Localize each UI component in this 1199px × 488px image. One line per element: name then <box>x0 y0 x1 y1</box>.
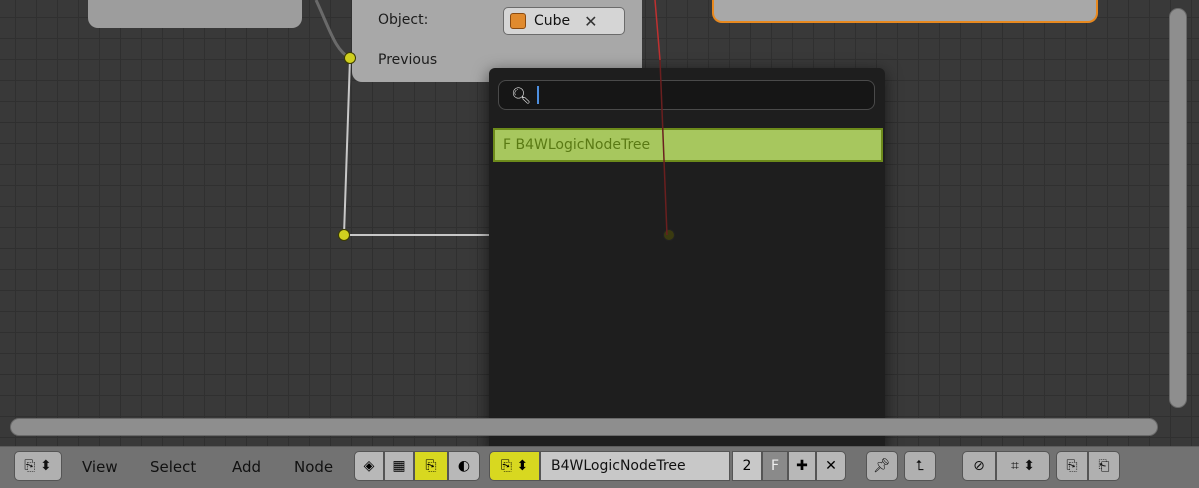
texture-icon: ▦ <box>392 458 406 474</box>
copy-icon: ⎘ <box>1066 458 1078 474</box>
snap-icon: ⊘ <box>973 458 985 474</box>
users-count[interactable]: 2 <box>732 451 762 481</box>
result-label: F B4WLogicNodeTree <box>503 137 651 153</box>
link-top <box>314 0 351 60</box>
shader-tree-button[interactable]: ◈ <box>354 451 384 481</box>
shader-icon: ◈ <box>363 458 375 474</box>
logic-tree-icon: ⎘ <box>425 458 437 474</box>
grid-snap-icon: ⌗ ⬍ <box>1010 458 1036 474</box>
previous-socket[interactable] <box>344 52 356 64</box>
object-label: Object: <box>378 12 429 28</box>
editor-type-icon: ⎘ ⬍ <box>24 458 52 474</box>
unlink-tree-button[interactable]: ✕ <box>816 451 846 481</box>
search-input[interactable]: 🔍︎ <box>498 80 875 110</box>
browse-tree-button[interactable]: ⎘ ⬍ <box>489 451 540 481</box>
tree-name: B4WLogicNodeTree <box>551 458 686 474</box>
browse-icon: ⎘ ⬍ <box>500 458 529 474</box>
search-icon: 🔍︎ <box>511 85 532 105</box>
object-value: Cube <box>534 13 571 29</box>
red-guide-line <box>654 0 661 61</box>
pin-button[interactable]: 📌︎ <box>866 451 898 481</box>
add-tree-button[interactable]: ✚ <box>788 451 816 481</box>
logic-tree-button[interactable]: ⎘ <box>414 451 448 481</box>
texture-tree-button[interactable]: ▦ <box>384 451 414 481</box>
compositing-icon: ◐ <box>457 458 471 474</box>
close-icon[interactable]: ✕ <box>584 12 597 31</box>
vertical-scrollbar[interactable] <box>1169 8 1187 408</box>
copy-nodes-button[interactable]: ⎘ <box>1056 451 1088 481</box>
users-count-label: 2 <box>742 458 752 474</box>
paste-icon: ⎗ <box>1098 458 1110 474</box>
search-popup <box>489 68 885 452</box>
previous-label: Previous <box>378 52 438 68</box>
editor-type-button[interactable]: ⎘ ⬍ <box>14 451 62 481</box>
horizontal-scrollbar[interactable] <box>10 418 1158 436</box>
pin-icon: 📌︎ <box>873 458 891 474</box>
compositing-tree-button[interactable]: ◐ <box>448 451 480 481</box>
parent-icon: ⮤ <box>915 458 925 474</box>
tree-name-field[interactable]: B4WLogicNodeTree <box>540 451 730 481</box>
cube-icon <box>510 13 526 29</box>
fake-user-label: F <box>770 458 780 474</box>
fake-user-button[interactable]: F <box>762 451 788 481</box>
parent-node-tree-button[interactable]: ⮤ <box>904 451 936 481</box>
search-result-item[interactable]: F B4WLogicNodeTree <box>493 128 883 162</box>
link-previous <box>342 57 510 236</box>
snap-button[interactable]: ⊘ <box>962 451 996 481</box>
red-guide-line-lower <box>659 60 668 236</box>
object-field[interactable]: Cube ✕ <box>503 7 625 35</box>
add-icon: ✚ <box>796 458 808 474</box>
link-end-socket[interactable] <box>338 229 350 241</box>
menu-add[interactable]: Add <box>232 458 261 476</box>
menu-select[interactable]: Select <box>150 458 196 476</box>
menu-view[interactable]: View <box>82 458 118 476</box>
snap-element-select[interactable]: ⌗ ⬍ <box>996 451 1050 481</box>
unlink-icon: ✕ <box>825 458 837 474</box>
menu-node[interactable]: Node <box>294 458 333 476</box>
text-cursor <box>537 86 540 104</box>
paste-nodes-button[interactable]: ⎗ <box>1088 451 1120 481</box>
